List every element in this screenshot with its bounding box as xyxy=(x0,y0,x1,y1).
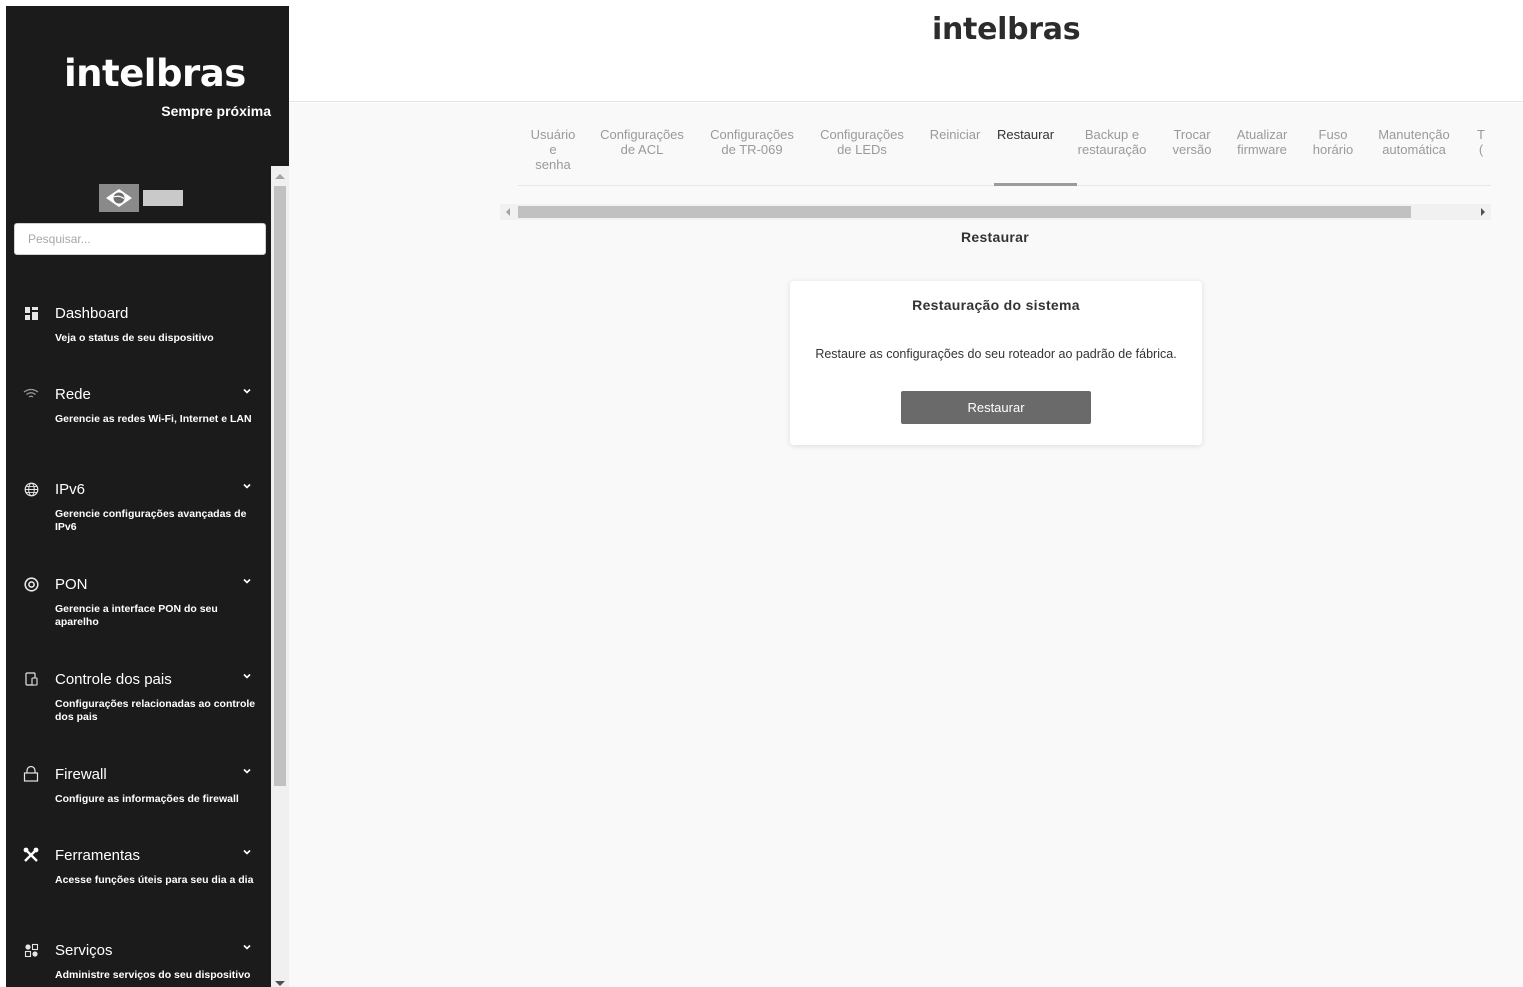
restore-button[interactable]: Restaurar xyxy=(901,391,1091,424)
scroll-down-icon[interactable] xyxy=(275,981,285,986)
flag-brazil-icon[interactable] xyxy=(99,184,139,212)
parental-icon xyxy=(22,670,40,688)
tools-icon xyxy=(22,846,40,864)
target-icon xyxy=(22,575,40,593)
chevron-down-icon[interactable] xyxy=(242,766,252,776)
sidebar-item-ferramentas[interactable]: Ferramentas Acesse funções úteis para se… xyxy=(6,836,271,906)
search-input[interactable] xyxy=(14,223,266,255)
tabs-scrollbar-thumb[interactable] xyxy=(518,206,1411,218)
main-content: Usuário e senha Configurações de ACL Con… xyxy=(289,103,1523,987)
scroll-left-icon[interactable] xyxy=(506,208,510,216)
scroll-up-icon[interactable] xyxy=(275,174,285,179)
tabs-horizontal-scrollbar[interactable] xyxy=(500,204,1491,220)
sidebar-item-description: Configure as informações de firewall xyxy=(55,793,239,805)
sidebar: intelbras Sempre próxima Dashboard Veja … xyxy=(6,6,289,987)
language-selector xyxy=(99,184,183,212)
tab-bar: Usuário e senha Configurações de ACL Con… xyxy=(518,123,1491,186)
header-logo: intelbras xyxy=(932,12,1081,47)
sidebar-logo: intelbras xyxy=(64,52,246,95)
sidebar-item-description: Gerencie a interface PON do seu aparelho xyxy=(55,603,218,628)
sidebar-tagline: Sempre próxima xyxy=(161,103,271,119)
page-title: Restaurar xyxy=(960,229,1030,245)
card-title: Restauração do sistema xyxy=(912,297,1080,313)
sidebar-item-ipv6[interactable]: IPv6 Gerencie configurações avançadas de… xyxy=(6,470,271,540)
sidebar-scrollbar-thumb[interactable] xyxy=(274,186,286,786)
tab-configuracoes-de-tr-069[interactable]: Configurações de TR-069 xyxy=(704,127,800,157)
sidebar-item-label: Ferramentas xyxy=(55,847,141,864)
top-header: intelbras xyxy=(289,0,1523,102)
sidebar-item-label: Controle dos pais xyxy=(55,671,172,688)
tab-manutencao-automatica[interactable]: Manutenção automática xyxy=(1371,127,1457,157)
globe-icon xyxy=(22,480,40,498)
chevron-down-icon[interactable] xyxy=(242,671,252,681)
tab-fuso-horario[interactable]: Fuso horário xyxy=(1303,127,1363,157)
sidebar-item-description: Gerencie configurações avançadas de IPv6 xyxy=(55,508,247,533)
sidebar-item-pon[interactable]: PON Gerencie a interface PON do seu apar… xyxy=(6,565,271,635)
tab-configuracoes-de-leds[interactable]: Configurações de LEDs xyxy=(814,127,910,157)
sidebar-item-description: Veja o status de seu dispositivo xyxy=(55,332,214,344)
chevron-down-icon[interactable] xyxy=(242,942,252,952)
sidebar-item-description: Administre serviços do seu dispositivo xyxy=(55,969,251,981)
flag-usa-icon[interactable] xyxy=(143,190,183,206)
chevron-down-icon[interactable] xyxy=(242,847,252,857)
tab-backup-e-restauracao[interactable]: Backup e restauração xyxy=(1070,127,1154,157)
tab-restaurar[interactable]: Restaurar xyxy=(983,127,1068,142)
tab-atualizar-firmware[interactable]: Atualizar firmware xyxy=(1227,127,1297,157)
sidebar-item-label: Serviços xyxy=(55,942,113,959)
tab-partial[interactable]: T ( xyxy=(1471,127,1491,157)
sidebar-item-label: PON xyxy=(55,576,88,593)
sidebar-item-label: Dashboard xyxy=(55,305,129,322)
sidebar-item-servicos[interactable]: Serviços Administre serviços do seu disp… xyxy=(6,931,271,987)
dashboard-icon xyxy=(22,304,40,322)
sidebar-item-rede[interactable]: Rede Gerencie as redes Wi-Fi, Internet e… xyxy=(6,375,271,445)
restore-card: Restauração do sistema Restaure as confi… xyxy=(790,281,1202,445)
chevron-down-icon[interactable] xyxy=(242,386,252,396)
sidebar-item-description: Acesse funções úteis para seu dia a dia xyxy=(55,874,254,886)
sidebar-item-controle-dos-pais[interactable]: Controle dos pais Configurações relacion… xyxy=(6,660,271,730)
active-tab-indicator xyxy=(994,183,1077,186)
wifi-icon xyxy=(22,385,40,403)
tab-usuario-e-senha[interactable]: Usuário e senha xyxy=(518,127,588,172)
tab-trocar-versao[interactable]: Trocar versão xyxy=(1162,127,1222,157)
sidebar-item-firewall[interactable]: Firewall Configure as informações de fir… xyxy=(6,755,271,815)
sidebar-item-label: Firewall xyxy=(55,766,107,783)
tab-configuracoes-de-acl[interactable]: Configurações de ACL xyxy=(594,127,690,157)
services-icon xyxy=(22,941,40,959)
chevron-down-icon[interactable] xyxy=(242,481,252,491)
lock-icon xyxy=(22,765,40,783)
sidebar-scrollbar[interactable] xyxy=(271,166,289,987)
sidebar-item-description: Configurações relacionadas ao controle d… xyxy=(55,698,256,723)
card-description: Restaure as configurações do seu roteado… xyxy=(815,347,1177,361)
sidebar-item-description: Gerencie as redes Wi-Fi, Internet e LAN xyxy=(55,413,252,425)
sidebar-item-label: Rede xyxy=(55,386,91,403)
sidebar-item-dashboard[interactable]: Dashboard Veja o status de seu dispositi… xyxy=(6,294,271,354)
scroll-right-icon[interactable] xyxy=(1481,208,1485,216)
sidebar-item-label: IPv6 xyxy=(55,481,86,498)
chevron-down-icon[interactable] xyxy=(242,576,252,586)
